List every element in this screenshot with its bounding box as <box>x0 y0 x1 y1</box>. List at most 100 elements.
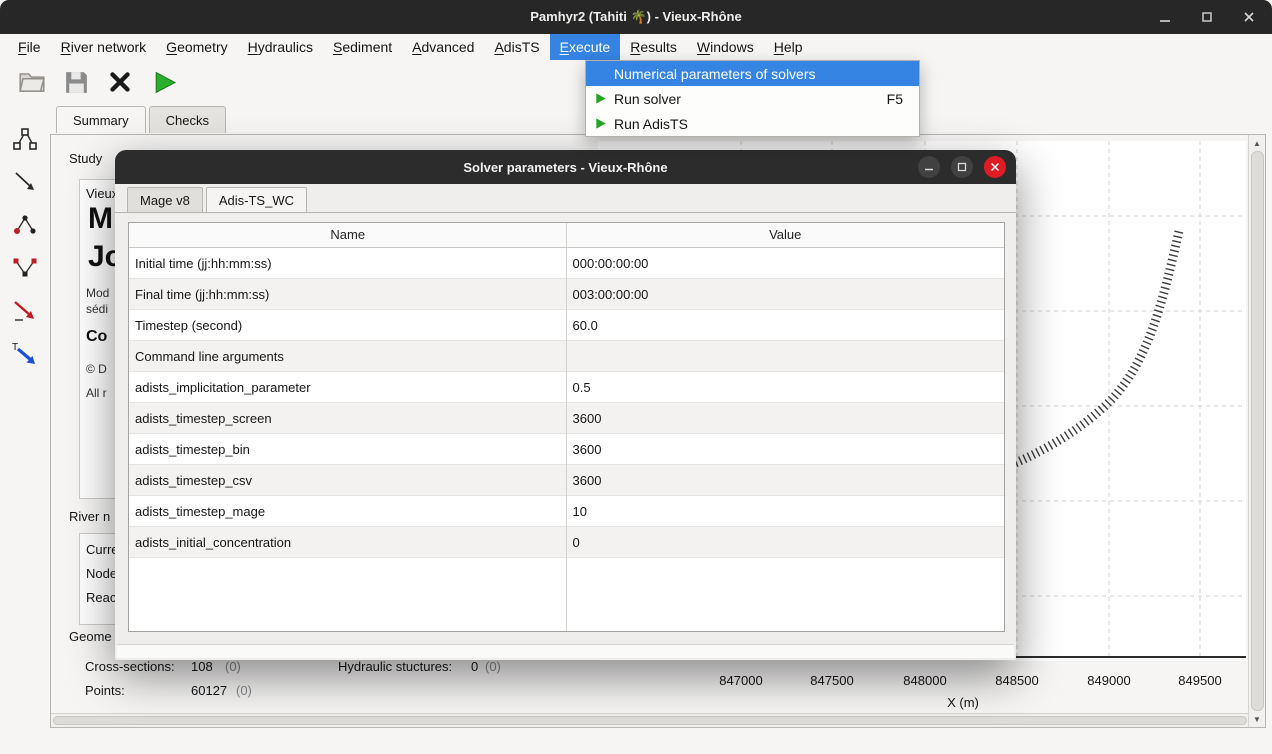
main-tabs: SummaryChecks <box>56 106 229 133</box>
param-name-cell: adists_timestep_mage <box>129 496 567 526</box>
structures-note: (0) <box>485 659 501 674</box>
dialog-tab-mage-v8[interactable]: Mage v8 <box>127 187 203 212</box>
param-value-cell[interactable]: 3600 <box>567 465 1005 495</box>
x-tick-label: 848000 <box>903 673 946 688</box>
menubar-item-geometry[interactable]: Geometry <box>156 34 237 60</box>
param-name-cell: Timestep (second) <box>129 310 567 340</box>
study-subheading: Co <box>86 328 107 346</box>
tab-summary[interactable]: Summary <box>56 106 146 133</box>
horizontal-scrollbar[interactable] <box>51 713 1249 727</box>
menubar: FileRiver networkGeometryHydraulicsSedim… <box>0 34 1272 60</box>
param-value-cell[interactable]: 003:00:00:00 <box>567 279 1005 309</box>
param-value-cell[interactable]: 10 <box>567 496 1005 526</box>
execute-menu-item-run-solver[interactable]: Run solverF5 <box>586 86 919 111</box>
table-column-divider <box>566 223 567 631</box>
dialog-tabline <box>115 212 1016 213</box>
param-value-cell[interactable]: 000:00:00:00 <box>567 248 1005 278</box>
window-controls <box>1156 0 1258 34</box>
window-title: Pamhyr2 (Tahiti 🌴) - Vieux-Rhône <box>530 9 741 25</box>
longitudinal-profile-icon[interactable] <box>10 167 40 197</box>
vertical-scrollbar[interactable]: ▲ ▼ <box>1248 135 1265 727</box>
param-value-cell[interactable] <box>567 341 1005 371</box>
execute-menu-item-run-adists[interactable]: Run AdisTS <box>586 111 919 136</box>
add-node-icon[interactable] <box>10 210 40 240</box>
param-value-cell[interactable]: 0.5 <box>567 372 1005 402</box>
param-value-cell[interactable]: 60.0 <box>567 310 1005 340</box>
param-value-cell[interactable]: 0 <box>567 527 1005 557</box>
menubar-item-sediment[interactable]: Sediment <box>323 34 402 60</box>
play-icon <box>594 92 607 105</box>
dialog-maximize-icon[interactable] <box>951 156 973 178</box>
dialog-titlebar[interactable]: Solver parameters - Vieux-Rhône <box>115 150 1016 184</box>
cross-sections-note: (0) <box>225 659 241 674</box>
minimize-icon[interactable] <box>1156 8 1174 26</box>
dialog-title: Solver parameters - Vieux-Rhône <box>463 160 667 175</box>
translate-icon[interactable]: T <box>10 339 40 369</box>
execute-menu-item-numerical-parameters-of-solvers[interactable]: Numerical parameters of solvers <box>586 61 919 86</box>
x-tick-label: 847000 <box>719 673 762 688</box>
dialog-tab-adis-ts-wc[interactable]: Adis-TS_WC <box>206 187 307 212</box>
column-header-name: Name <box>129 223 567 247</box>
tab-checks[interactable]: Checks <box>149 106 226 133</box>
menubar-item-river-network[interactable]: River network <box>51 34 157 60</box>
menubar-item-adists[interactable]: AdisTS <box>484 34 549 60</box>
dialog-minimize-icon[interactable] <box>918 156 940 178</box>
param-name-cell: Command line arguments <box>129 341 567 371</box>
horizontal-scrollbar-thumb[interactable] <box>53 716 1247 725</box>
maximize-icon[interactable] <box>1198 8 1216 26</box>
execute-dropdown: Numerical parameters of solversRun solve… <box>585 60 920 137</box>
structures-label: Hydraulic stuctures: <box>338 659 452 674</box>
menubar-item-hydraulics[interactable]: Hydraulics <box>238 34 323 60</box>
x-axis: 847000 847500 848000 848500 849000 849500 <box>598 673 1246 691</box>
slope-icon[interactable] <box>10 296 40 326</box>
study-panel-tab[interactable]: Vieux <box>86 186 118 201</box>
menubar-item-execute[interactable]: Execute <box>550 34 621 60</box>
shortcut-label: F5 <box>887 91 911 107</box>
dialog-close-icon[interactable] <box>984 156 1006 178</box>
param-name-cell: Initial time (jj:hh:mm:ss) <box>129 248 567 278</box>
study-text-2: sédi <box>86 302 108 316</box>
menubar-item-file[interactable]: File <box>8 34 51 60</box>
scroll-up-icon[interactable]: ▲ <box>1249 136 1265 150</box>
river-network-row-3: Reac <box>86 590 116 605</box>
river-network-row-1: Curre <box>86 542 119 557</box>
param-name-cell: adists_timestep_csv <box>129 465 567 495</box>
points-note: (0) <box>236 683 252 698</box>
menubar-item-help[interactable]: Help <box>764 34 813 60</box>
add-reach-icon[interactable] <box>10 253 40 283</box>
menubar-item-advanced[interactable]: Advanced <box>402 34 484 60</box>
dialog-tabs: Mage v8Adis-TS_WC <box>127 187 310 212</box>
vertical-scrollbar-thumb[interactable] <box>1251 151 1264 711</box>
x-tick-label: 848500 <box>995 673 1038 688</box>
x-tick-label: 847500 <box>810 673 853 688</box>
river-network-icon[interactable] <box>10 124 40 154</box>
river-network-row-2: Node <box>86 566 117 581</box>
open-folder-icon[interactable] <box>14 64 50 100</box>
app-window: Pamhyr2 (Tahiti 🌴) - Vieux-Rhône FileRiv… <box>0 0 1272 754</box>
delete-icon[interactable] <box>102 64 138 100</box>
solver-parameters-dialog[interactable]: Solver parameters - Vieux-Rhône Mage v8A… <box>115 150 1016 660</box>
structures-value: 0 <box>471 659 478 674</box>
dialog-bottom-strip <box>117 644 1014 658</box>
study-text-1: Mod <box>86 286 109 300</box>
scroll-down-icon[interactable]: ▼ <box>1249 712 1265 726</box>
run-solver-icon[interactable] <box>146 64 182 100</box>
close-icon[interactable] <box>1240 8 1258 26</box>
points-label: Points: <box>85 683 125 698</box>
x-tick-label: 849000 <box>1087 673 1130 688</box>
dialog-controls <box>918 156 1006 178</box>
study-text-4: All r <box>86 386 107 400</box>
param-value-cell[interactable]: 3600 <box>567 434 1005 464</box>
param-value-cell[interactable]: 3600 <box>567 403 1005 433</box>
menubar-item-results[interactable]: Results <box>620 34 687 60</box>
param-name-cell: Final time (jj:hh:mm:ss) <box>129 279 567 309</box>
save-icon[interactable] <box>58 64 94 100</box>
study-heading-1: M <box>88 202 113 236</box>
cross-sections-label: Cross-sections: <box>85 659 175 674</box>
titlebar[interactable]: Pamhyr2 (Tahiti 🌴) - Vieux-Rhône <box>0 0 1272 34</box>
x-tick-label: 849500 <box>1178 673 1221 688</box>
param-name-cell: adists_timestep_screen <box>129 403 567 433</box>
menubar-item-windows[interactable]: Windows <box>687 34 764 60</box>
svg-text:T: T <box>12 342 18 353</box>
side-toolbar: T <box>0 104 50 754</box>
